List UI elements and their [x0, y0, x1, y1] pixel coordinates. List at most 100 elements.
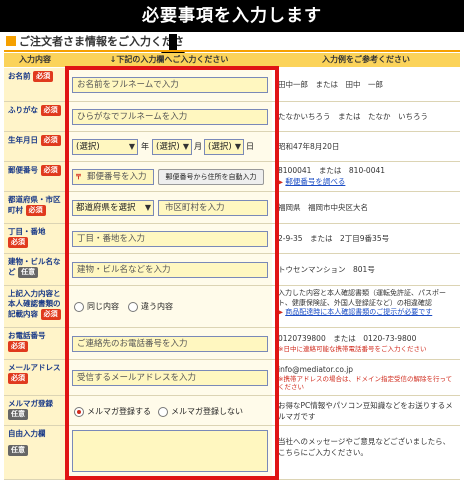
- required-tag: 必須: [33, 71, 54, 82]
- row-phone: お電話番号 必須 ご連絡先のお電話番号を入力 0120739800 または 01…: [4, 328, 460, 360]
- row-kana: ふりがな 必須 ひらがなでフルネームを入力 たなかいちろう または たなか いち…: [4, 102, 460, 132]
- name-input[interactable]: お名前をフルネームで入力: [72, 77, 268, 93]
- row-birth: 生年月日 必須 (選択) ▼ 年 (選択) ▼ 月 (選択) ▼ 日 昭和47年…: [4, 132, 460, 162]
- required-tag: 必須: [40, 165, 61, 176]
- example-document-text: 入力した内容と本人確認書類（運転免許証、パスポート、健康保険証、外国人登録証など…: [278, 289, 446, 307]
- row-name: お名前 必須 お名前をフルネームで入力 田中一郎 または 田中 一郎: [4, 68, 460, 102]
- city-placeholder: 市区町村を入力: [165, 203, 225, 213]
- label-text: 郵便番号: [8, 165, 38, 175]
- row-label: お名前 必須: [4, 68, 66, 101]
- field-cell: 同じ内容 違う内容: [66, 286, 272, 327]
- example-phone: 0120739800 または 0120-73-9800 ※日中に連絡可能な携帯電…: [272, 328, 460, 359]
- birth-month-value: (選択): [156, 142, 180, 152]
- id-notice-link-row: ▶ 商品配達時に本人確認書類のご提示が必要です: [278, 308, 456, 318]
- tag-wrap: 任意: [8, 445, 66, 456]
- radio-circle-icon: [74, 301, 84, 312]
- row-label: 自由入力欄 任意: [4, 426, 66, 479]
- radio-label: 違う内容: [141, 302, 173, 311]
- prefecture-value: 都道府県を選択: [76, 203, 136, 213]
- bullet-square-icon: [6, 36, 16, 46]
- row-label: メルマガ登録 任意: [4, 396, 66, 425]
- example-document-match: 入力した内容と本人確認書類（運転免許証、パスポート、健康保険証、外国人登録証など…: [272, 286, 460, 327]
- example-postal: 8100041 または 810-0041 ▶ 郵便番号を調べる: [272, 162, 460, 191]
- postal-lookup-button[interactable]: 郵便番号から住所を自動入力: [158, 169, 264, 185]
- radio-newsletter-yes[interactable]: メルマガ登録する: [74, 406, 151, 417]
- required-tag: 必須: [40, 309, 61, 320]
- radio-different-content[interactable]: 違う内容: [128, 301, 173, 312]
- chevron-down-icon: ▼: [234, 142, 241, 151]
- section-divider: [4, 50, 460, 52]
- field-cell: メルマガ登録する メルマガ登録しない: [66, 396, 272, 425]
- chevron-down-icon: ▼: [128, 142, 135, 151]
- free-text-area[interactable]: [72, 430, 268, 472]
- row-label: 上記入力内容と本人確認書類の記載内容 必須: [4, 286, 66, 327]
- optional-tag: 任意: [8, 409, 28, 420]
- label-text: メルマガ登録: [8, 399, 53, 408]
- radio-label: メルマガ登録しない: [171, 407, 243, 416]
- optional-tag: 任意: [18, 267, 39, 278]
- radio-same-content[interactable]: 同じ内容: [74, 301, 119, 312]
- header-field: ↓下記の入力欄へご入力ください: [66, 53, 272, 67]
- field-cell: 建物・ビル名などを入力: [66, 254, 272, 285]
- row-label: ふりがな 必須: [4, 102, 66, 131]
- row-label: 建物・ビル名など 任意: [4, 254, 66, 285]
- prefecture-select[interactable]: 都道府県を選択 ▼: [72, 200, 154, 216]
- radio-circle-icon: [158, 406, 168, 417]
- id-notice-link[interactable]: 商品配達時に本人確認書類のご提示が必要です: [285, 308, 432, 316]
- row-building: 建物・ビル名など 任意 建物・ビル名などを入力 トウセンマンション 801号: [4, 254, 460, 286]
- section-title: ご注文者さま情報をご入力くださ: [6, 34, 184, 48]
- required-tag: 必須: [25, 205, 46, 216]
- required-tag: 必須: [8, 341, 28, 352]
- birth-day-value: (選択): [208, 142, 232, 152]
- label-text: お電話番号: [8, 331, 46, 340]
- row-document-match: 上記入力内容と本人確認書類の記載内容 必須 同じ内容 違う内容 入力した内容と本…: [4, 286, 460, 328]
- city-input[interactable]: 市区町村を入力: [158, 200, 268, 216]
- header-label: 入力内容: [4, 53, 66, 67]
- required-tag: 必須: [8, 237, 28, 248]
- postal-lookup-link[interactable]: 郵便番号を調べる: [285, 177, 345, 186]
- example-phone-text: 0120739800 または 0120-73-9800: [278, 334, 417, 343]
- optional-tag: 任意: [8, 445, 28, 456]
- radio-newsletter-no[interactable]: メルマガ登録しない: [158, 406, 243, 417]
- row-label: 生年月日 必須: [4, 132, 66, 161]
- required-tag: 必須: [8, 373, 28, 384]
- postal-lookup-link-row: ▶ 郵便番号を調べる: [278, 176, 456, 188]
- birth-month-select[interactable]: (選択) ▼: [152, 139, 192, 155]
- example-postal-line: 8100041 または 810-0041: [278, 166, 386, 175]
- field-cell: ご連絡先のお電話番号を入力: [66, 328, 272, 359]
- birth-day-select[interactable]: (選択) ▼: [204, 139, 244, 155]
- field-cell: [66, 426, 272, 479]
- example-birth: 昭和47年8月20日: [272, 132, 460, 161]
- kana-input[interactable]: ひらがなでフルネームを入力: [72, 109, 268, 125]
- label-text: 自由入力欄: [8, 429, 46, 438]
- email-input[interactable]: 受信するメールアドレスを入力: [72, 370, 268, 386]
- example-email-text: info@mediator.co.jp: [278, 365, 354, 374]
- row-label: 丁目・番地 必須: [4, 224, 66, 253]
- email-note: ※携帯アドレスの場合は、ドメイン指定受信の解除を行ってください: [278, 375, 453, 391]
- example-kana: たなかいちろう または たなか いちろう: [272, 102, 460, 131]
- chevron-down-icon: ▼: [182, 142, 189, 151]
- label-text: 生年月日: [8, 135, 38, 145]
- label-text: ふりがな: [8, 105, 38, 115]
- page-banner: 必要事項を入力します: [0, 0, 464, 32]
- example-name: 田中一郎 または 田中 一郎: [272, 68, 460, 101]
- phone-input[interactable]: ご連絡先のお電話番号を入力: [72, 336, 268, 352]
- day-unit: 日: [246, 142, 254, 151]
- example-street: 2-9-35 または 2丁目9番35号: [272, 224, 460, 253]
- field-cell: お名前をフルネームで入力: [66, 68, 272, 101]
- field-cell: 丁目・番地を入力: [66, 224, 272, 253]
- street-input[interactable]: 丁目・番地を入力: [72, 231, 268, 247]
- birth-year-select[interactable]: (選択) ▼: [72, 139, 138, 155]
- postal-input[interactable]: 郵便番号を入力: [72, 169, 154, 185]
- row-newsletter: メルマガ登録 任意 メルマガ登録する メルマガ登録しない お得なPC情報やパソコ…: [4, 396, 460, 426]
- field-cell: ひらがなでフルネームを入力: [66, 102, 272, 131]
- example-free-text: 当社へのメッセージやご意見などございましたら、こちらにご入力ください。: [272, 426, 460, 479]
- building-input[interactable]: 建物・ビル名などを入力: [72, 262, 268, 278]
- example-newsletter: お得なPC情報やパソコン豆知識などをお送りするメルマガです: [272, 396, 460, 425]
- chevron-down-icon: ▼: [144, 203, 151, 212]
- row-free-text: 自由入力欄 任意 当社へのメッセージやご意見などございましたら、こちらにご入力く…: [4, 426, 460, 480]
- radio-selected-icon: [74, 406, 84, 417]
- month-unit: 月: [194, 142, 202, 151]
- radio-label: 同じ内容: [87, 302, 119, 311]
- row-prefecture: 都道府県・市区町村 必須 都道府県を選択 ▼ 市区町村を入力 福岡県 福岡市中央…: [4, 192, 460, 224]
